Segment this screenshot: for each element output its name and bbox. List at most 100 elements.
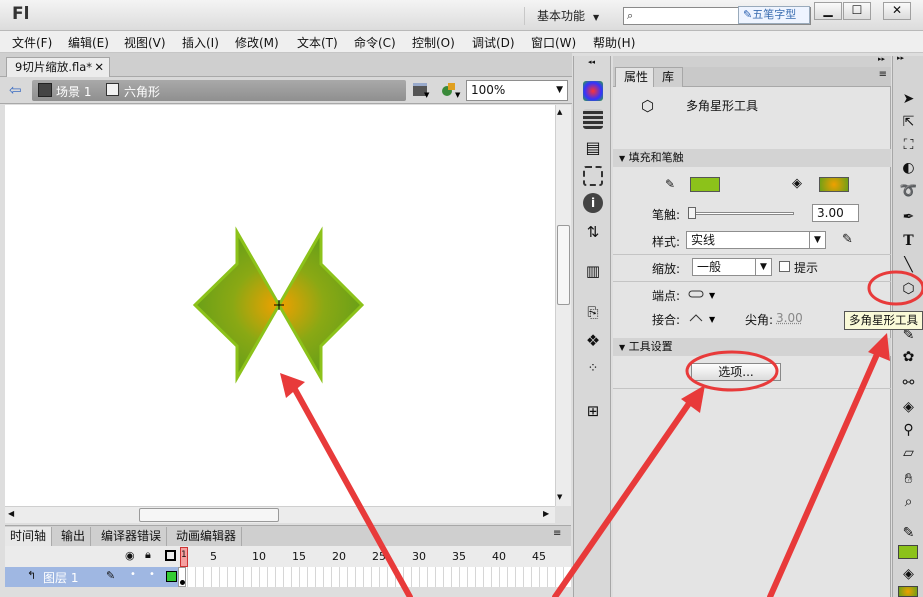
stroke-slider-handle[interactable]: [688, 207, 696, 219]
back-arrow-icon[interactable]: ⇦: [9, 81, 22, 99]
collapse-icon[interactable]: ◂◂: [588, 58, 595, 66]
menu-insert[interactable]: 插入(I): [182, 34, 219, 51]
align-icon[interactable]: ▤: [583, 138, 603, 158]
pen-tool-icon[interactable]: ✒: [893, 206, 923, 228]
maximize-button[interactable]: ☐: [843, 2, 871, 20]
close-button[interactable]: ✕: [883, 2, 911, 20]
scroll-up-icon[interactable]: ▲: [557, 108, 562, 116]
menu-debug[interactable]: 调试(D): [472, 34, 515, 51]
workspace-switcher[interactable]: 基本功能 ▼: [524, 7, 614, 25]
scroll-down-icon[interactable]: ▼: [557, 493, 562, 501]
stage-vertical-scrollbar[interactable]: ▲ ▼: [555, 105, 571, 506]
fill-color-swatch[interactable]: [898, 586, 918, 597]
menu-help[interactable]: 帮助(H): [593, 34, 635, 51]
close-tab-icon[interactable]: ✕: [94, 58, 104, 76]
tab-motion-editor[interactable]: 动画编辑器: [171, 527, 243, 547]
subselection-tool-icon[interactable]: ⇱: [893, 111, 923, 133]
library-icon[interactable]: ▥: [583, 261, 603, 281]
paint-bucket-tool-icon[interactable]: ◈: [893, 396, 923, 418]
actions-icon[interactable]: ⎘: [583, 303, 603, 323]
tab-output[interactable]: 输出: [56, 527, 92, 547]
zoom-value: 100%: [471, 83, 506, 97]
panel-menu-icon[interactable]: ≡: [553, 528, 561, 539]
eye-icon[interactable]: ◉: [125, 549, 135, 562]
collapse-icon[interactable]: ▸▸: [878, 55, 885, 63]
lock-dot[interactable]: •: [149, 569, 155, 580]
collapse-icon[interactable]: ▸▸: [897, 54, 904, 62]
swatches-icon[interactable]: [583, 109, 603, 129]
document-tab[interactable]: 9切片缩放.fla* ✕: [6, 57, 110, 77]
free-transform-tool-icon[interactable]: ⛶: [893, 134, 923, 156]
motion-presets-icon[interactable]: ⁘: [583, 359, 603, 379]
edit-symbols-icon[interactable]: ▼: [440, 81, 462, 99]
fill-color-swatch[interactable]: [819, 177, 849, 192]
panel-menu-icon[interactable]: ≡: [879, 69, 887, 80]
scroll-thumb[interactable]: [557, 225, 570, 305]
color-icon[interactable]: [583, 81, 603, 101]
layer-row[interactable]: ↰ 图层 1 ✎ • •: [5, 567, 180, 587]
style-select[interactable]: 实线 ▼: [686, 231, 826, 249]
breadcrumb-scene[interactable]: 场景 1: [56, 83, 91, 100]
tab-compiler-errors[interactable]: 编译器错误: [96, 527, 168, 547]
selection-tool-icon[interactable]: ➤: [893, 88, 923, 110]
keyframe[interactable]: [178, 567, 186, 587]
zoom-select[interactable]: 100% ▼: [466, 80, 568, 101]
info-icon[interactable]: i: [583, 193, 603, 213]
title-bar: Fl 基本功能 ▼ ⌕ ✎五笔字型 ▁ ☐ ✕: [0, 0, 923, 31]
hand-tool-icon[interactable]: ✋︎: [893, 468, 923, 490]
visibility-dot[interactable]: •: [130, 569, 136, 580]
stroke-color-swatch[interactable]: [690, 177, 720, 192]
miter-value[interactable]: 3.00: [776, 311, 803, 325]
cap-select[interactable]: ▼: [688, 287, 720, 301]
tab-properties[interactable]: 属性: [615, 67, 658, 87]
text-tool-icon[interactable]: T: [893, 230, 923, 252]
menu-window[interactable]: 窗口(W): [531, 34, 576, 51]
menu-control[interactable]: 控制(O): [412, 34, 455, 51]
polystar-tool-icon[interactable]: ⬡: [893, 278, 923, 300]
menu-modify[interactable]: 修改(M): [235, 34, 279, 51]
tab-timeline[interactable]: 时间轴: [5, 527, 53, 547]
stage-horizontal-scrollbar[interactable]: ◀ ▶: [5, 506, 555, 523]
outline-icon[interactable]: [165, 550, 176, 561]
menu-edit[interactable]: 编辑(E): [68, 34, 109, 51]
miter-label: 尖角:: [745, 313, 774, 327]
edit-stroke-style-icon[interactable]: ✎: [842, 232, 853, 247]
zoom-tool-icon[interactable]: ⌕: [893, 491, 923, 513]
scroll-right-icon[interactable]: ▶: [543, 509, 549, 518]
section-fill-stroke[interactable]: ▼ 填充和笔触: [613, 149, 891, 167]
3d-rotation-tool-icon[interactable]: ◐: [893, 157, 923, 179]
eyedropper-tool-icon[interactable]: ⚲: [893, 419, 923, 441]
breadcrumb-symbol[interactable]: 六角形: [124, 83, 160, 100]
transform-icon[interactable]: [583, 166, 603, 186]
eraser-tool-icon[interactable]: ▱: [893, 442, 923, 464]
menu-file[interactable]: 文件(F): [12, 34, 52, 51]
minimize-button[interactable]: ▁: [814, 2, 842, 20]
stroke-slider-track[interactable]: [688, 207, 794, 219]
section-tool-settings[interactable]: ▼ 工具设置: [613, 338, 891, 356]
menu-view[interactable]: 视图(V): [124, 34, 166, 51]
deco-tool-icon[interactable]: ✿: [893, 346, 923, 368]
stage-canvas[interactable]: [5, 105, 555, 506]
line-tool-icon[interactable]: ╲: [893, 254, 923, 276]
scroll-thumb[interactable]: [139, 508, 279, 522]
stroke-color-swatch[interactable]: [898, 545, 918, 559]
stroke-width-input[interactable]: 3.00: [812, 204, 859, 222]
edit-scene-icon[interactable]: ▼: [412, 82, 430, 99]
menu-text[interactable]: 文本(T): [297, 34, 338, 51]
options-button[interactable]: 选项...: [691, 363, 781, 381]
hint-checkbox[interactable]: [779, 261, 790, 272]
scale-select[interactable]: 一般 ▼: [692, 258, 772, 276]
menu-commands[interactable]: 命令(C): [354, 34, 396, 51]
join-select[interactable]: ▼: [688, 311, 720, 325]
layer-name[interactable]: 图层 1: [43, 569, 78, 586]
lasso-tool-icon[interactable]: ➰: [893, 180, 923, 202]
outline-color-swatch[interactable]: [166, 571, 177, 582]
properties-tab-bar: 属性 库 ≡: [613, 67, 891, 87]
movie-explorer-icon[interactable]: ⊞: [583, 401, 603, 421]
scene-panel-icon[interactable]: ⇅: [583, 222, 603, 242]
components-icon[interactable]: ❖: [583, 331, 603, 351]
bone-tool-icon[interactable]: ⚯: [893, 372, 923, 394]
tab-library[interactable]: 库: [653, 67, 684, 87]
scroll-left-icon[interactable]: ◀: [8, 509, 14, 518]
lock-icon[interactable]: 🔒︎: [145, 548, 151, 562]
